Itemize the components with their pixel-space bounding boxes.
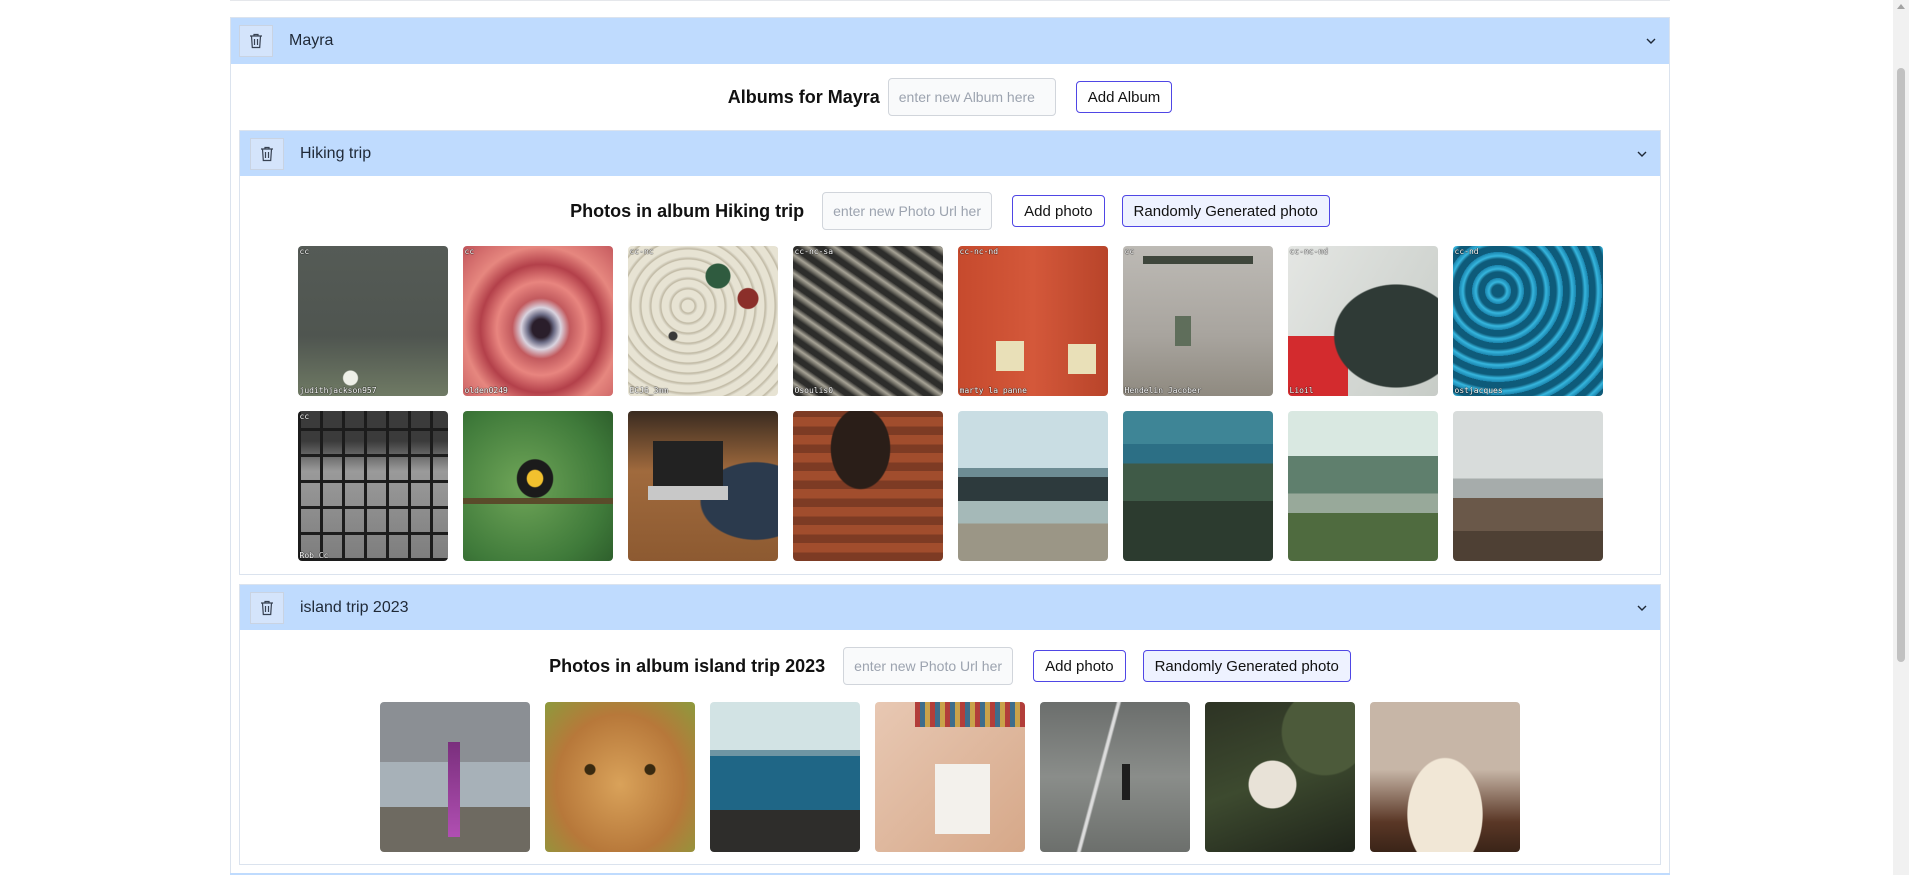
- album-panel: island trip 2023 Photos in album island …: [239, 584, 1661, 865]
- license-tag: cc-nd: [1454, 247, 1479, 256]
- photo-thumbnail[interactable]: [1452, 411, 1603, 561]
- photo-thumbnail[interactable]: [545, 702, 695, 852]
- photo-thumbnail[interactable]: cc judithjackson957: [297, 246, 448, 396]
- photo-thumbnail[interactable]: [792, 411, 943, 561]
- user-header[interactable]: Mayra: [231, 18, 1669, 64]
- photo-thumbnail[interactable]: [875, 702, 1025, 852]
- photo-thumbnail[interactable]: cc-nc-nd marty la panne: [957, 246, 1108, 396]
- photo-credit: Osoulis0: [794, 386, 834, 395]
- scroll-up-arrow-icon[interactable]: [1897, 4, 1905, 9]
- photos-heading: Photos in album island trip 2023: [549, 655, 826, 676]
- chevron-down-icon[interactable]: [1636, 148, 1648, 160]
- photo-thumbnail[interactable]: [1287, 411, 1438, 561]
- license-tag: cc-nc: [629, 247, 654, 256]
- new-album-input[interactable]: [887, 78, 1056, 116]
- albums-heading: Albums for Mayra: [727, 86, 880, 107]
- photos-toolbar: Photos in album Hiking trip Add photo Ra…: [240, 176, 1660, 246]
- album-title: Hiking trip: [300, 144, 372, 162]
- photo-credit: olden0249: [464, 386, 508, 395]
- license-tag: cc: [1124, 247, 1135, 256]
- add-photo-button[interactable]: Add photo: [1033, 650, 1126, 682]
- photos-heading: Photos in album Hiking trip: [570, 200, 805, 221]
- photo-grid: cc judithjackson957 cc olden0249 cc-nc E…: [240, 246, 1660, 574]
- album-header[interactable]: island trip 2023: [240, 585, 1660, 630]
- top-divider: [230, 0, 1670, 1]
- delete-user-button[interactable]: [239, 25, 273, 57]
- chevron-down-icon[interactable]: [1636, 602, 1648, 614]
- photo-credit: ECJ6_3mm: [629, 386, 669, 395]
- photo-thumbnail[interactable]: cc-nc-sa Osoulis0: [792, 246, 943, 396]
- trash-icon: [261, 600, 273, 615]
- license-tag: cc-nc-sa: [794, 247, 834, 256]
- photo-thumbnail[interactable]: cc-nc-nd Lioil: [1287, 246, 1438, 396]
- albums-toolbar: Albums for Mayra Add Album: [231, 64, 1669, 130]
- photo-thumbnail[interactable]: [1122, 411, 1273, 561]
- album-header[interactable]: Hiking trip: [240, 131, 1660, 176]
- add-photo-button[interactable]: Add photo: [1012, 195, 1105, 227]
- user-accordion: Mayra Albums for Mayra Add Album Hiking …: [230, 17, 1670, 875]
- photo-thumbnail[interactable]: cc-nd ostjacques: [1452, 246, 1603, 396]
- photo-credit: marty la panne: [959, 386, 1027, 395]
- album-panel: Hiking trip Photos in album Hiking trip …: [239, 130, 1661, 575]
- license-tag: cc-nc-nd: [1289, 247, 1329, 256]
- photo-thumbnail[interactable]: cc-nc ECJ6_3mm: [627, 246, 778, 396]
- photo-thumbnail[interactable]: [627, 411, 778, 561]
- photo-credit: Rob Cc: [299, 551, 329, 560]
- license-tag: cc-nc-nd: [959, 247, 999, 256]
- license-tag: cc: [299, 247, 310, 256]
- photo-thumbnail[interactable]: [710, 702, 860, 852]
- delete-album-button[interactable]: [250, 137, 284, 170]
- license-tag: cc: [464, 247, 475, 256]
- add-album-button[interactable]: Add Album: [1075, 81, 1173, 113]
- photo-grid: [240, 702, 1660, 864]
- album-title: island trip 2023: [300, 598, 409, 616]
- photo-thumbnail[interactable]: cc Hendelin Jacober: [1122, 246, 1273, 396]
- photo-credit: ostjacques: [1454, 386, 1503, 395]
- app-root: Mayra Albums for Mayra Add Album Hiking …: [0, 0, 1909, 875]
- random-photo-button[interactable]: Randomly Generated photo: [1142, 650, 1351, 682]
- photo-credit: Lioil: [1289, 386, 1314, 395]
- new-photo-url-input[interactable]: [822, 192, 993, 230]
- trash-icon: [261, 146, 273, 161]
- delete-album-button[interactable]: [250, 591, 284, 624]
- vertical-scrollbar[interactable]: [1893, 0, 1909, 875]
- photo-thumbnail[interactable]: cc Rob Cc: [297, 411, 448, 561]
- photo-thumbnail[interactable]: [462, 411, 613, 561]
- photo-thumbnail[interactable]: [1040, 702, 1190, 852]
- random-photo-button[interactable]: Randomly Generated photo: [1121, 195, 1330, 227]
- photo-thumbnail[interactable]: [1370, 702, 1520, 852]
- photo-thumbnail[interactable]: [380, 702, 530, 852]
- photo-credit: Hendelin Jacober: [1124, 386, 1202, 395]
- new-photo-url-input[interactable]: [843, 647, 1014, 685]
- license-tag: cc: [299, 412, 310, 421]
- photos-toolbar: Photos in album island trip 2023 Add pho…: [240, 630, 1660, 702]
- photo-thumbnail[interactable]: [957, 411, 1108, 561]
- scrollbar-thumb[interactable]: [1897, 68, 1905, 662]
- photo-credit: judithjackson957: [299, 386, 377, 395]
- chevron-down-icon[interactable]: [1645, 35, 1657, 47]
- user-name: Mayra: [289, 32, 334, 49]
- trash-icon: [250, 33, 262, 49]
- photo-thumbnail[interactable]: cc olden0249: [462, 246, 613, 396]
- photo-thumbnail[interactable]: [1205, 702, 1355, 852]
